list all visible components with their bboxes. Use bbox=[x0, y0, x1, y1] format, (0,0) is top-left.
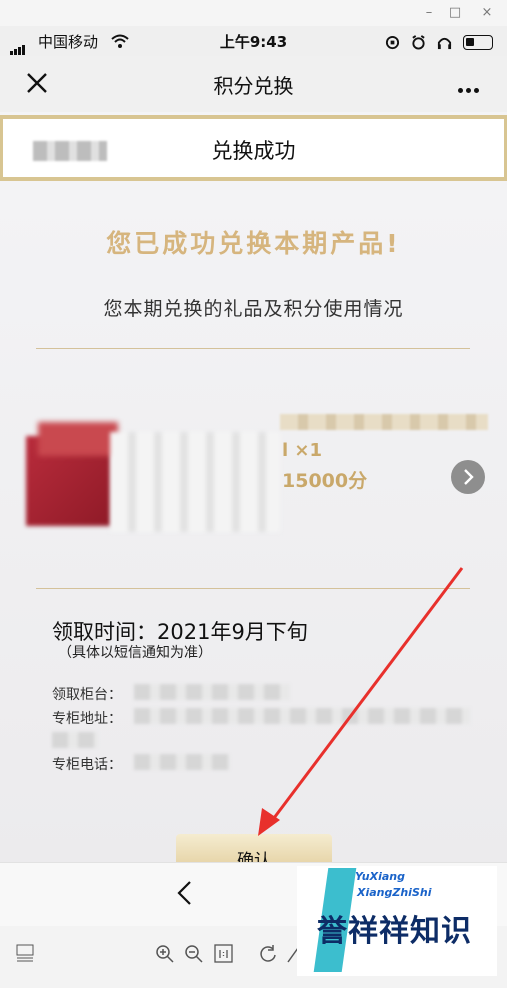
chevron-right-icon bbox=[464, 469, 474, 485]
pickup-note: （具体以短信通知为准） bbox=[58, 645, 212, 661]
alarm-icon bbox=[412, 35, 425, 50]
divider bbox=[36, 588, 470, 589]
success-header: 兑换成功 bbox=[0, 115, 507, 181]
counter-label: 领取柜台： bbox=[52, 687, 122, 703]
blurred-counter-value bbox=[134, 684, 290, 700]
window-chrome: – □ × bbox=[0, 0, 507, 26]
phone-label: 专柜电话： bbox=[52, 757, 122, 773]
watermark-en1: YuXiang bbox=[355, 870, 405, 883]
rotate-icon[interactable] bbox=[258, 944, 278, 964]
product-quantity: l ×1 bbox=[282, 440, 323, 461]
actual-size-icon[interactable] bbox=[214, 944, 234, 964]
page-title: 积分兑换 bbox=[213, 74, 294, 98]
more-icon[interactable] bbox=[455, 78, 479, 97]
zoom-out-icon[interactable] bbox=[184, 944, 204, 964]
back-arrow-icon[interactable] bbox=[174, 879, 194, 907]
zoom-in-icon[interactable] bbox=[155, 944, 175, 964]
success-headline: 您已成功兑换本期产品! bbox=[106, 229, 401, 258]
divider bbox=[36, 348, 470, 349]
blurred-address-line2 bbox=[52, 732, 98, 748]
exchange-success-content: 兑换成功 您已成功兑换本期产品! 您本期兑换的礼品及积分使用情况 l ×1 15… bbox=[0, 112, 507, 862]
window-close-button[interactable]: × bbox=[478, 4, 496, 22]
watermark-en2: XiangZhiShi bbox=[357, 886, 432, 899]
confirm-button[interactable]: 确认 bbox=[176, 834, 332, 862]
rotation-lock-icon bbox=[385, 35, 399, 50]
address-label: 专柜地址： bbox=[52, 711, 122, 727]
product-points: 15000分 bbox=[282, 470, 368, 492]
nav-bar: 积分兑换 bbox=[0, 56, 507, 112]
blurred-product-name bbox=[280, 414, 488, 430]
headphones-icon bbox=[437, 37, 451, 50]
minimize-button[interactable]: – bbox=[420, 4, 438, 22]
thumbnail-icon[interactable] bbox=[16, 944, 36, 962]
product-image bbox=[26, 412, 280, 542]
blurred-phone-value bbox=[134, 754, 230, 770]
status-bar: 中国移动 上午9:43 bbox=[0, 26, 507, 56]
battery-icon bbox=[463, 35, 493, 50]
success-title: 兑换成功 bbox=[211, 139, 296, 163]
watermark-cn: 誉祥祥知识 bbox=[317, 914, 472, 949]
watermark-logo: YuXiang XiangZhiShi 誉祥祥知识 bbox=[297, 866, 497, 976]
success-subline: 您本期兑换的礼品及积分使用情况 bbox=[103, 298, 404, 320]
maximize-button[interactable]: □ bbox=[446, 4, 464, 22]
next-product-button[interactable] bbox=[451, 460, 485, 494]
blurred-address-value bbox=[134, 708, 470, 724]
